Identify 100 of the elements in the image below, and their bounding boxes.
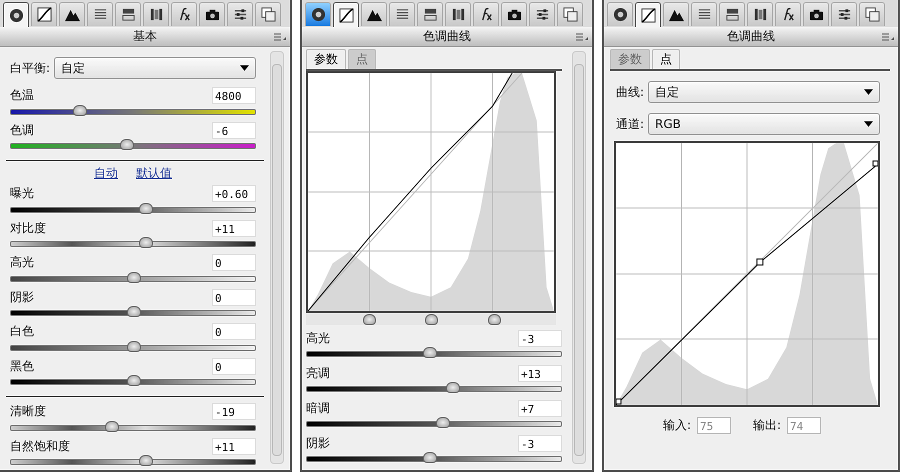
value-field[interactable]: +7 xyxy=(518,400,562,416)
slider-label: 暗调 xyxy=(306,400,330,416)
panel-tab[interactable] xyxy=(59,2,85,26)
value-field[interactable]: 0 xyxy=(212,288,256,306)
dropdown[interactable]: 自定 xyxy=(54,57,256,79)
link[interactable]: 默认值 xyxy=(136,165,172,182)
caret-icon xyxy=(240,65,249,71)
panel-title: 色调曲线 xyxy=(727,28,775,45)
value-field[interactable]: -6 xyxy=(212,122,256,139)
panel-tab[interactable] xyxy=(171,2,197,26)
slider-label: 自然饱和度 xyxy=(10,438,70,455)
slider-label: 曝光 xyxy=(10,185,34,202)
split-track[interactable] xyxy=(306,313,556,325)
slider-thumb[interactable] xyxy=(105,420,120,432)
panel-tab[interactable] xyxy=(115,2,141,26)
tab[interactable]: 参数 xyxy=(610,49,650,69)
slider-thumb[interactable] xyxy=(127,306,141,318)
point-curve-graph[interactable] xyxy=(614,141,880,407)
panel-tab[interactable] xyxy=(719,2,745,26)
field-label: 白平衡: xyxy=(10,60,50,76)
slider-thumb[interactable] xyxy=(120,139,134,150)
menu-icon[interactable] xyxy=(882,33,894,41)
lines-icon xyxy=(394,7,410,22)
panel-tab[interactable] xyxy=(87,2,113,26)
slider-thumb[interactable] xyxy=(127,375,141,386)
link[interactable]: 自动 xyxy=(94,165,118,182)
value-field[interactable]: 0 xyxy=(212,323,256,340)
tone-curve-graph[interactable] xyxy=(306,71,556,313)
panel-title: 色调曲线 xyxy=(423,28,471,45)
value-field[interactable]: +11 xyxy=(212,220,256,237)
value-field[interactable]: +0.60 xyxy=(212,185,256,202)
split-handle[interactable] xyxy=(425,314,438,325)
panel-tab[interactable] xyxy=(557,2,583,26)
value-field[interactable]: 0 xyxy=(212,254,256,272)
panel-tab[interactable] xyxy=(417,2,443,26)
slider-thumb[interactable] xyxy=(422,347,437,358)
panel-tab[interactable] xyxy=(607,2,633,26)
tab[interactable]: 点 xyxy=(652,49,680,69)
panel-tab[interactable] xyxy=(305,2,331,26)
menu-icon[interactable] xyxy=(576,33,588,41)
scrollbar[interactable] xyxy=(572,51,586,464)
value-field[interactable]: +11 xyxy=(212,438,256,455)
panel-tab[interactable] xyxy=(255,2,281,26)
panel-tab[interactable] xyxy=(445,2,471,26)
slider-thumb[interactable] xyxy=(73,104,88,116)
panel-tab[interactable] xyxy=(831,2,857,26)
value-field[interactable]: 0 xyxy=(212,358,256,375)
panel-tab[interactable] xyxy=(143,2,169,26)
slider-thumb[interactable] xyxy=(422,452,437,463)
panel-tab[interactable] xyxy=(635,2,661,27)
panel-tab[interactable] xyxy=(473,2,499,26)
slider-label: 高光 xyxy=(306,330,330,346)
pages-icon xyxy=(260,7,276,22)
slider-label: 阴影 xyxy=(306,434,330,452)
panel-tab[interactable] xyxy=(859,2,885,26)
slider-thumb[interactable] xyxy=(139,202,154,214)
field-label: 输出: xyxy=(753,417,782,434)
slider-thumb[interactable] xyxy=(139,455,154,466)
panel-tab[interactable] xyxy=(227,2,253,26)
panel-tab[interactable] xyxy=(529,2,555,26)
value-field[interactable]: -19 xyxy=(212,403,256,420)
slider-thumb[interactable] xyxy=(436,417,450,428)
curve-icon xyxy=(640,8,656,22)
curve-icon xyxy=(36,7,52,22)
tab[interactable]: 参数 xyxy=(306,49,346,69)
split-icon xyxy=(120,7,136,22)
panel-tab[interactable] xyxy=(803,2,829,26)
tab[interactable]: 点 xyxy=(348,49,376,69)
dropdown[interactable]: RGB xyxy=(648,113,880,135)
panel-tab[interactable] xyxy=(3,2,29,27)
slider-label: 对比度 xyxy=(10,220,46,237)
panel-tab[interactable] xyxy=(775,2,801,26)
sliders-icon xyxy=(836,7,852,22)
slider-label: 黑色 xyxy=(10,358,34,375)
camera-icon xyxy=(204,7,220,22)
panel-tab[interactable] xyxy=(333,2,359,27)
panel-tab[interactable] xyxy=(199,2,225,26)
slider-thumb[interactable] xyxy=(127,272,141,283)
value-field[interactable]: 4800 xyxy=(212,87,256,104)
value-field[interactable]: -3 xyxy=(518,330,562,346)
menu-icon[interactable] xyxy=(274,33,286,41)
lens-icon xyxy=(752,7,768,22)
dropdown[interactable]: 自定 xyxy=(648,81,880,103)
panel-tab[interactable] xyxy=(663,2,689,26)
slider-thumb[interactable] xyxy=(446,382,460,393)
panel-tab[interactable] xyxy=(747,2,773,26)
panel-tab[interactable] xyxy=(361,2,387,26)
scrollbar[interactable] xyxy=(270,51,284,464)
panel-tab[interactable] xyxy=(501,2,527,26)
slider-thumb[interactable] xyxy=(127,340,141,352)
camera-icon xyxy=(506,7,522,22)
slider-thumb[interactable] xyxy=(139,237,154,248)
panel-tab[interactable] xyxy=(389,2,415,26)
split-handle[interactable] xyxy=(488,314,500,325)
field-label: 通道: xyxy=(616,116,644,132)
split-handle[interactable] xyxy=(362,314,376,325)
value-field[interactable]: +13 xyxy=(518,364,562,382)
panel-tab[interactable] xyxy=(31,2,57,26)
panel-tab[interactable] xyxy=(691,2,717,26)
value-field[interactable]: -3 xyxy=(518,434,562,452)
